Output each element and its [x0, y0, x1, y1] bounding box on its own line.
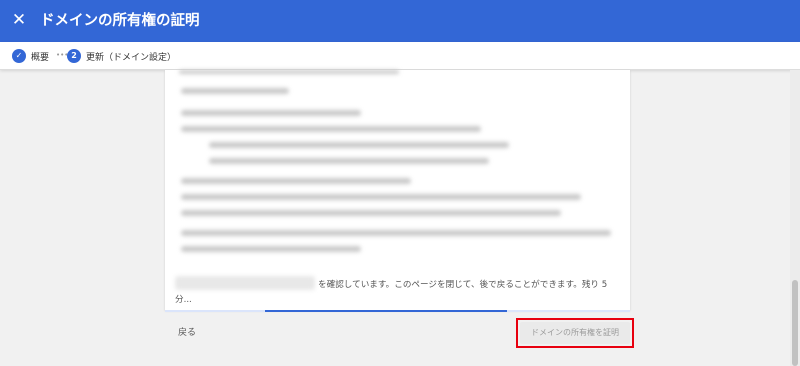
verification-status: を確認しています。このページを閉じて、後で戻ることができます。残り 5 分...	[175, 280, 608, 305]
verify-ownership-button[interactable]: ドメインの所有権を証明	[520, 322, 630, 344]
step-label: 更新（ドメイン設定）	[86, 52, 177, 63]
check-icon: ✓	[12, 49, 26, 63]
close-icon[interactable]: ✕	[9, 10, 29, 30]
progress-stepper: ✓ 概要 ••• 2 更新（ドメイン設定）	[0, 42, 800, 70]
page-title: ドメインの所有権の証明	[40, 13, 200, 29]
back-button[interactable]: 戻る	[178, 325, 196, 338]
scrollbar[interactable]	[790, 70, 800, 366]
progress-bar	[165, 310, 630, 312]
progress-indicator	[265, 310, 507, 312]
app-header: ✕ ドメインの所有権の証明	[0, 0, 800, 42]
step-update[interactable]: 2 更新（ドメイン設定）	[67, 48, 176, 64]
content-card: を確認しています。このページを閉じて、後で戻ることができます。残り 5 分...	[165, 70, 630, 310]
step-number: 2	[67, 49, 81, 63]
step-overview[interactable]: ✓ 概要	[12, 48, 49, 64]
redacted-instructions	[179, 70, 619, 260]
scrollbar-thumb[interactable]	[792, 280, 798, 366]
step-label: 概要	[31, 52, 50, 63]
